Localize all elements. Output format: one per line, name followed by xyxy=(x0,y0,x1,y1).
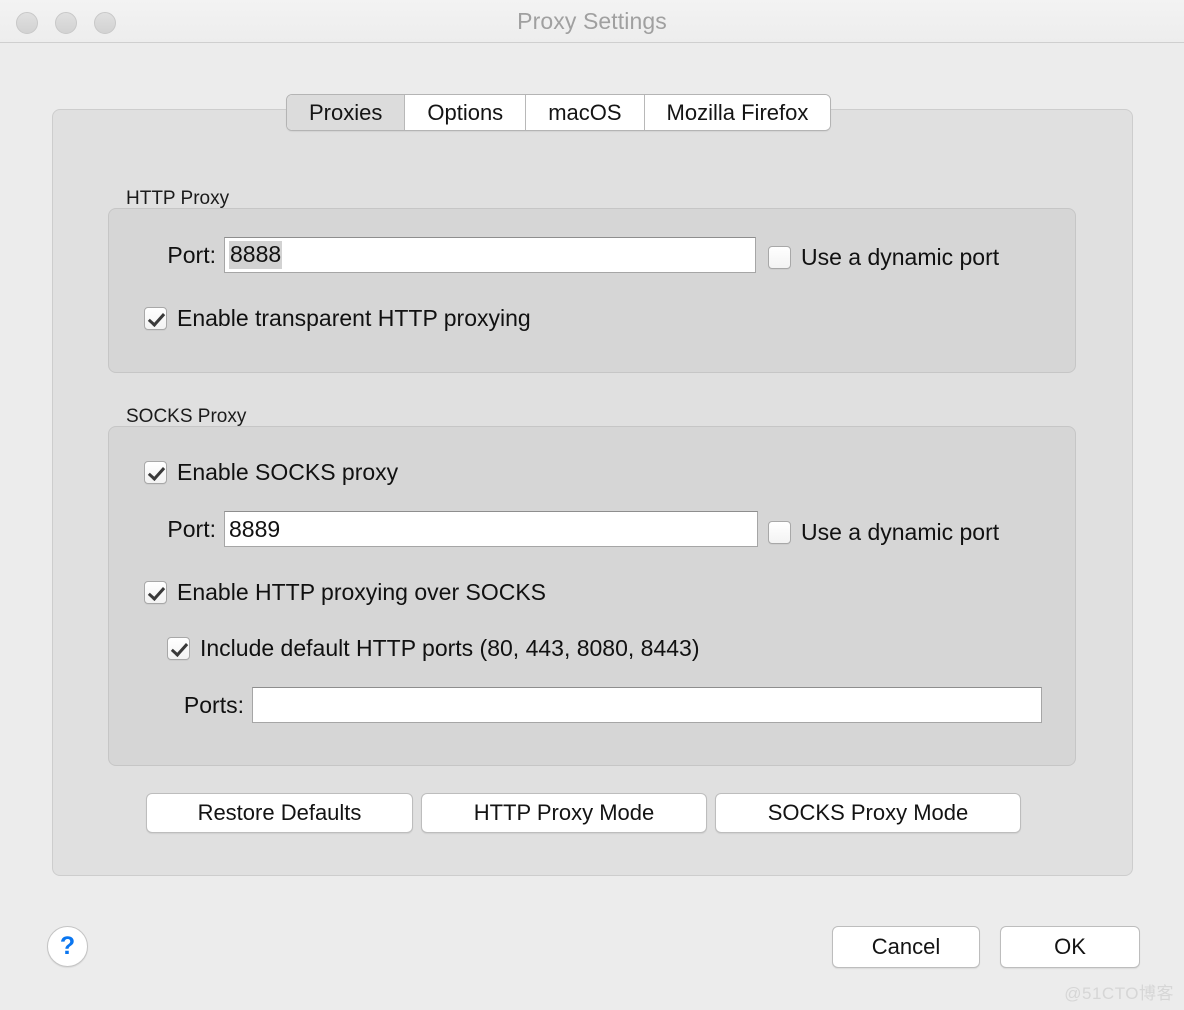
socks-dynamic-port-label: Use a dynamic port xyxy=(801,519,1000,545)
question-mark-icon: ? xyxy=(59,932,76,960)
help-button[interactable]: ? xyxy=(47,926,88,967)
http-port-input[interactable]: 8888 xyxy=(224,237,756,273)
cancel-button[interactable]: Cancel xyxy=(832,926,980,968)
tab-macos[interactable]: macOS xyxy=(526,95,645,130)
include-default-http-ports-label: Include default HTTP ports (80, 443, 808… xyxy=(200,635,700,661)
http-port-value: 8888 xyxy=(229,241,283,269)
http-proxy-mode-button[interactable]: HTTP Proxy Mode xyxy=(421,793,707,833)
http-dynamic-port-label: Use a dynamic port xyxy=(801,244,1000,270)
socks-port-input[interactable]: 8889 xyxy=(224,511,758,547)
checkbox-box-icon xyxy=(768,246,791,269)
enable-transparent-http-proxying-checkbox[interactable]: Enable transparent HTTP proxying xyxy=(144,305,531,332)
socks-proxy-group-title: SOCKS Proxy xyxy=(126,406,247,427)
checkbox-checkmark-icon xyxy=(144,307,167,330)
watermark: @51CTO博客 xyxy=(1064,984,1174,1003)
socks-ports-row: Ports: xyxy=(162,687,1042,723)
socks-ports-label: Ports: xyxy=(183,691,244,718)
checkbox-checkmark-icon xyxy=(144,461,167,484)
proxy-settings-window: Proxy Settings Proxies Options macOS Moz… xyxy=(0,0,1184,1010)
http-proxy-group xyxy=(108,208,1076,373)
socks-dynamic-port-checkbox[interactable]: Use a dynamic port xyxy=(768,519,999,546)
restore-defaults-button[interactable]: Restore Defaults xyxy=(146,793,413,833)
socks-proxy-mode-button[interactable]: SOCKS Proxy Mode xyxy=(715,793,1021,833)
tab-options[interactable]: Options xyxy=(405,95,527,130)
enable-socks-proxy-label: Enable SOCKS proxy xyxy=(177,459,399,485)
socks-port-row: Port: 8889 xyxy=(138,511,758,547)
checkbox-checkmark-icon xyxy=(167,637,190,660)
socks-ports-input[interactable] xyxy=(252,687,1042,723)
tab-proxies[interactable]: Proxies xyxy=(287,95,406,130)
mode-buttons-row: Restore Defaults HTTP Proxy Mode SOCKS P… xyxy=(146,793,1021,833)
ok-button[interactable]: OK xyxy=(1000,926,1140,968)
title-bar: Proxy Settings xyxy=(0,0,1184,43)
tab-bar: Proxies Options macOS Mozilla Firefox xyxy=(286,94,832,131)
include-default-http-ports-checkbox[interactable]: Include default HTTP ports (80, 443, 808… xyxy=(167,635,700,662)
enable-http-proxying-over-socks-label: Enable HTTP proxying over SOCKS xyxy=(177,579,547,605)
window-title: Proxy Settings xyxy=(517,8,667,34)
checkbox-box-icon xyxy=(768,521,791,544)
http-dynamic-port-checkbox[interactable]: Use a dynamic port xyxy=(768,244,999,271)
enable-socks-proxy-checkbox[interactable]: Enable SOCKS proxy xyxy=(144,459,398,486)
socks-port-label: Port: xyxy=(167,515,216,542)
http-port-label: Port: xyxy=(167,241,216,268)
http-port-row: Port: 8888 xyxy=(138,237,756,273)
tab-mozilla-firefox[interactable]: Mozilla Firefox xyxy=(644,95,831,130)
socks-port-value: 8889 xyxy=(229,515,281,542)
http-proxy-group-title: HTTP Proxy xyxy=(126,188,230,209)
dialog-buttons-row: Cancel OK xyxy=(832,926,1140,968)
checkbox-checkmark-icon xyxy=(144,581,167,604)
enable-transparent-http-proxying-label: Enable transparent HTTP proxying xyxy=(177,305,531,331)
enable-http-proxying-over-socks-checkbox[interactable]: Enable HTTP proxying over SOCKS xyxy=(144,579,546,606)
